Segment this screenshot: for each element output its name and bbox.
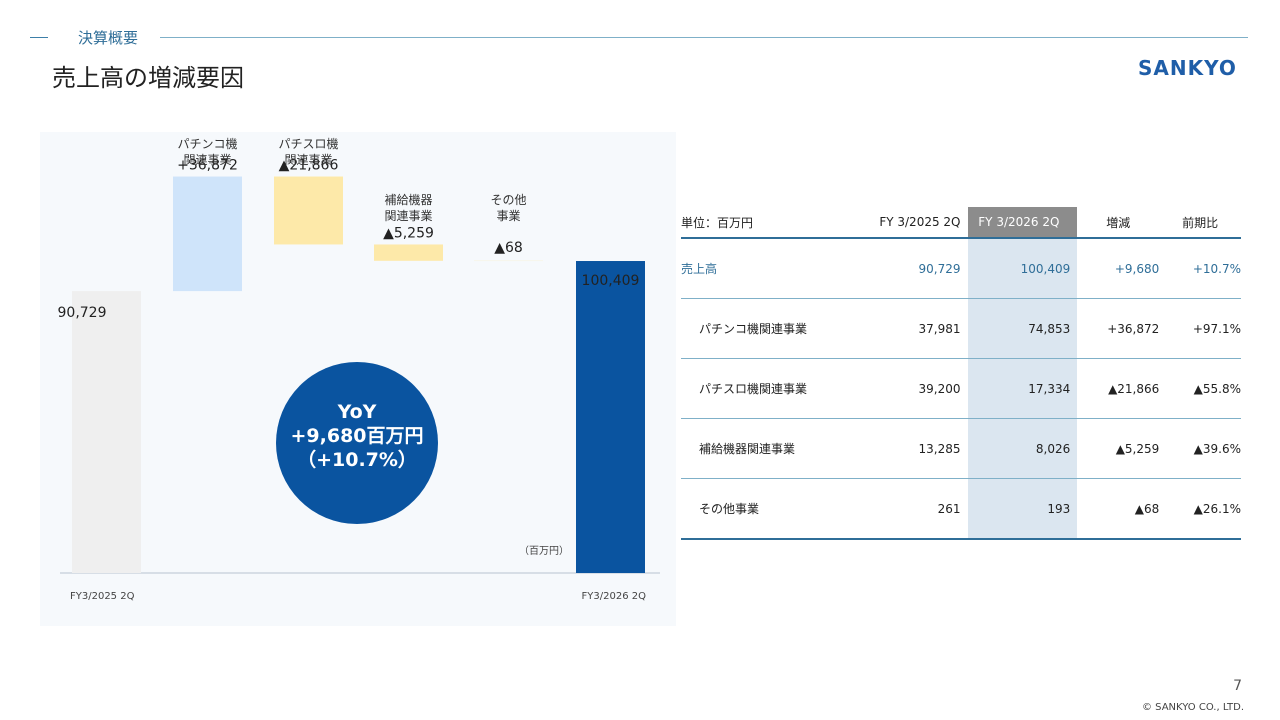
header-fy2026: FY 3/2026 2Q	[967, 207, 1078, 239]
category-label-line2-1: 関連事業	[183, 153, 231, 167]
yoy-percent: （+10.7%）	[297, 449, 417, 471]
category-label-line1-1: パチンコ機	[177, 136, 237, 151]
bar-5	[576, 261, 645, 573]
header-ratio: 前期比	[1159, 207, 1241, 239]
row-label: パチンコ機関連事業	[681, 298, 837, 359]
table-row: パチンコ機関連事業 37,981 74,853 +36,872 +97.1%	[681, 298, 1241, 359]
table-row-total: 売上高 90,729 100,409 +9,680 +10.7%	[681, 238, 1241, 299]
row-label: 売上高	[681, 238, 837, 299]
value-label-0: 90,729	[58, 305, 107, 321]
axis-label-start: FY3/2025 2Q	[70, 591, 135, 602]
sankyo-logo: SANKYO	[1138, 56, 1237, 79]
value-label-5: 100,409	[582, 273, 640, 289]
category-label-line2-3: 関連事業	[384, 209, 432, 223]
table-header-row: 単位：百万円 FY 3/2025 2Q FY 3/2026 2Q 増減 前期比	[681, 207, 1241, 239]
cell-ratio: +97.1%	[1159, 298, 1241, 359]
table-row: パチスロ機関連事業 39,200 17,334 ▲21,866 ▲55.8%	[681, 358, 1241, 419]
page-title: 売上高の増減要因	[52, 64, 244, 92]
chart-unit: （百万円）	[519, 546, 569, 557]
category-label-line2-2: 関連事業	[284, 153, 332, 167]
category-label-line1-2: パチスロ機	[278, 136, 338, 151]
cell-fy2026: 17,334	[967, 358, 1078, 419]
row-label: その他事業	[681, 478, 837, 540]
header-unit: 単位：百万円	[681, 207, 837, 239]
row-label: 補給機器関連事業	[681, 418, 837, 479]
category-label-line1-3: 補給機器	[384, 192, 432, 207]
bar-2	[274, 176, 343, 245]
cell-change: ▲68	[1077, 478, 1160, 540]
cell-change: +36,872	[1077, 298, 1160, 359]
cell-fy2026: 8,026	[967, 418, 1078, 479]
cell-ratio: ▲55.8%	[1159, 358, 1241, 419]
page-number: 7	[1233, 678, 1242, 694]
header-rule	[160, 37, 1248, 38]
cell-change: ▲21,866	[1077, 358, 1160, 419]
section-label: 決算概要	[78, 29, 139, 47]
logo-text: SANKYO	[1138, 56, 1237, 79]
bar-3	[374, 244, 443, 261]
cell-fy2025: 37,981	[836, 298, 968, 359]
value-label-4: ▲68	[494, 240, 523, 256]
cell-ratio: ▲26.1%	[1159, 478, 1241, 540]
cell-ratio: ▲39.6%	[1159, 418, 1241, 479]
cell-fy2025: 13,285	[836, 418, 968, 479]
category-label-line1-4: その他	[490, 193, 526, 207]
header-fy2025: FY 3/2025 2Q	[836, 207, 968, 239]
bar-0	[72, 291, 141, 573]
cell-fy2026: 74,853	[967, 298, 1078, 359]
yoy-amount: +9,680百万円	[290, 425, 424, 447]
yoy-title: YoY	[337, 401, 377, 423]
cell-ratio: +10.7%	[1159, 238, 1241, 299]
cell-fy2026: 193	[967, 478, 1078, 540]
cell-change: +9,680	[1077, 238, 1160, 299]
copyright: © SANKYO CO., LTD.	[1141, 702, 1244, 713]
header-rule-left	[30, 37, 48, 38]
cell-fy2025: 90,729	[836, 238, 968, 299]
cell-fy2025: 261	[836, 478, 968, 540]
cell-change: ▲5,259	[1077, 418, 1160, 479]
cell-fy2026: 100,409	[967, 238, 1078, 299]
cell-fy2025: 39,200	[836, 358, 968, 419]
row-label: パチスロ機関連事業	[681, 358, 837, 419]
table-row: その他事業 261 193 ▲68 ▲26.1%	[681, 478, 1241, 540]
header-change: 増減	[1077, 207, 1160, 239]
category-label-line2-4: 事業	[496, 209, 520, 223]
bar-1	[173, 176, 242, 292]
sales-table: 単位：百万円 FY 3/2025 2Q FY 3/2026 2Q 増減 前期比 …	[681, 207, 1241, 540]
table-row: 補給機器関連事業 13,285 8,026 ▲5,259 ▲39.6%	[681, 418, 1241, 479]
yoy-badge: YoY +9,680百万円 （+10.7%）	[276, 362, 438, 524]
value-label-3: ▲5,259	[383, 225, 434, 241]
axis-label-end: FY3/2026 2Q	[582, 591, 647, 602]
